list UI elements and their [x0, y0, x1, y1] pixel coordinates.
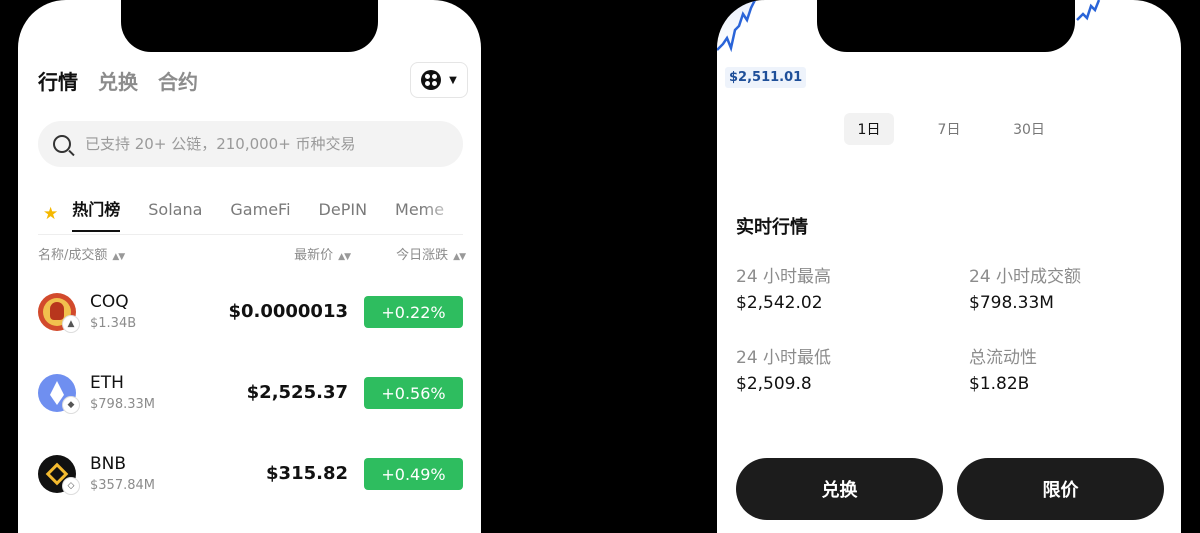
tab-contract[interactable]: 合约 [158, 66, 198, 95]
section-title: 实时行情 [736, 217, 808, 238]
stat-label: 总流动性 [969, 348, 1037, 368]
stat-liquidity: 总流动性 $1.82B [969, 343, 1037, 394]
chart-line-right [1076, 0, 1101, 21]
search-icon [53, 135, 71, 153]
sort-by-name[interactable]: 名称/成交额 ▲▼ [38, 244, 125, 263]
network-grid-icon [421, 70, 442, 90]
avalanche-icon: ▲ [62, 315, 80, 333]
ethereum-icon: ◆ [62, 396, 80, 414]
search-input[interactable] [83, 134, 447, 154]
market-screen: 行情 兑换 合约 ▼ ★ 热门榜 Solana GameFi DePIN Mem… [18, 0, 481, 533]
tabs-fade [423, 196, 463, 226]
range-7d[interactable]: 7日 [924, 113, 974, 145]
stat-24h-volume: 24 小时成交额 $798.33M [969, 262, 1081, 313]
bnb-chain-icon: ◇ [62, 477, 80, 495]
coin-price: $2,525.37 [246, 382, 348, 403]
sort-icon: ▲▼ [453, 252, 466, 262]
range-30d[interactable]: 30日 [1004, 113, 1054, 145]
header-price-label: 最新价 [294, 248, 334, 263]
range-1d[interactable]: 1日 [844, 113, 894, 145]
sort-by-price[interactable]: 最新价 ▲▼ [294, 244, 351, 263]
coin-price: $0.0000013 [228, 301, 348, 322]
coin-change-badge: +0.56% [364, 377, 463, 409]
tab-market[interactable]: 行情 [38, 66, 78, 95]
coin-symbol: COQ [90, 292, 129, 312]
coin-volume: $1.34B [90, 316, 137, 331]
coin-change-badge: +0.49% [364, 458, 463, 490]
swap-button[interactable]: 兑换 [736, 458, 943, 520]
stat-value: $1.82B [969, 374, 1030, 394]
tab-depin[interactable]: DePIN [319, 200, 368, 229]
stat-24h-low: 24 小时最低 $2,509.8 [736, 343, 831, 394]
detail-screen: $2,511.01 1日 7日 30日 实时行情 24 小时最高 $2,542.… [717, 0, 1181, 533]
coin-volume: $357.84M [90, 478, 155, 493]
stat-label: 24 小时成交额 [969, 267, 1082, 287]
tab-swap[interactable]: 兑换 [98, 66, 138, 95]
network-selector[interactable]: ▼ [410, 62, 468, 98]
stat-value: $798.33M [969, 293, 1054, 313]
divider [38, 234, 463, 235]
phone-token-detail: $2,511.01 1日 7日 30日 实时行情 24 小时最高 $2,542.… [700, 0, 1200, 533]
sort-icon: ▲▼ [338, 252, 351, 262]
sort-icon: ▲▼ [112, 252, 125, 262]
phone-market-list: 行情 兑换 合约 ▼ ★ 热门榜 Solana GameFi DePIN Mem… [0, 0, 500, 533]
coin-volume: $798.33M [90, 397, 155, 412]
phone-notch [817, 0, 1075, 52]
favorites-star-icon[interactable]: ★ [43, 204, 58, 224]
stat-value: $2,509.8 [736, 374, 812, 394]
coin-symbol: ETH [90, 373, 124, 393]
time-range-tabs: 1日 7日 30日 [844, 113, 1054, 145]
header-change-label: 今日涨跌 [396, 248, 449, 263]
search-bar[interactable] [38, 121, 463, 167]
chart-low-price-label: $2,511.01 [725, 67, 807, 88]
stat-value: $2,542.02 [736, 293, 823, 313]
category-tabs: ★ 热门榜 Solana GameFi DePIN Meme [38, 196, 463, 236]
stat-label: 24 小时最低 [736, 348, 832, 368]
tab-solana[interactable]: Solana [148, 200, 202, 229]
coin-row-eth[interactable]: ◆ ETH $798.33M $2,525.37 +0.56% [38, 365, 463, 421]
caret-down-icon: ▼ [449, 74, 457, 86]
sort-by-change[interactable]: 今日涨跌 ▲▼ [396, 244, 466, 263]
coin-change-badge: +0.22% [364, 296, 463, 328]
header-name-label: 名称/成交额 [38, 248, 108, 263]
coin-row-bnb[interactable]: ◇ BNB $357.84M $315.82 +0.49% [38, 446, 463, 502]
tab-gamefi[interactable]: GameFi [230, 200, 290, 229]
stat-label: 24 小时最高 [736, 267, 832, 287]
coin-price: $315.82 [266, 463, 348, 484]
phone-notch [121, 0, 378, 52]
tab-hot[interactable]: 热门榜 [72, 196, 121, 232]
coin-row-coq[interactable]: ▲ COQ $1.34B $0.0000013 +0.22% [38, 284, 463, 340]
coin-symbol: BNB [90, 454, 127, 474]
stat-24h-high: 24 小时最高 $2,542.02 [736, 262, 831, 313]
limit-order-button[interactable]: 限价 [957, 458, 1164, 520]
top-tabs: 行情 兑换 合约 [38, 66, 198, 95]
